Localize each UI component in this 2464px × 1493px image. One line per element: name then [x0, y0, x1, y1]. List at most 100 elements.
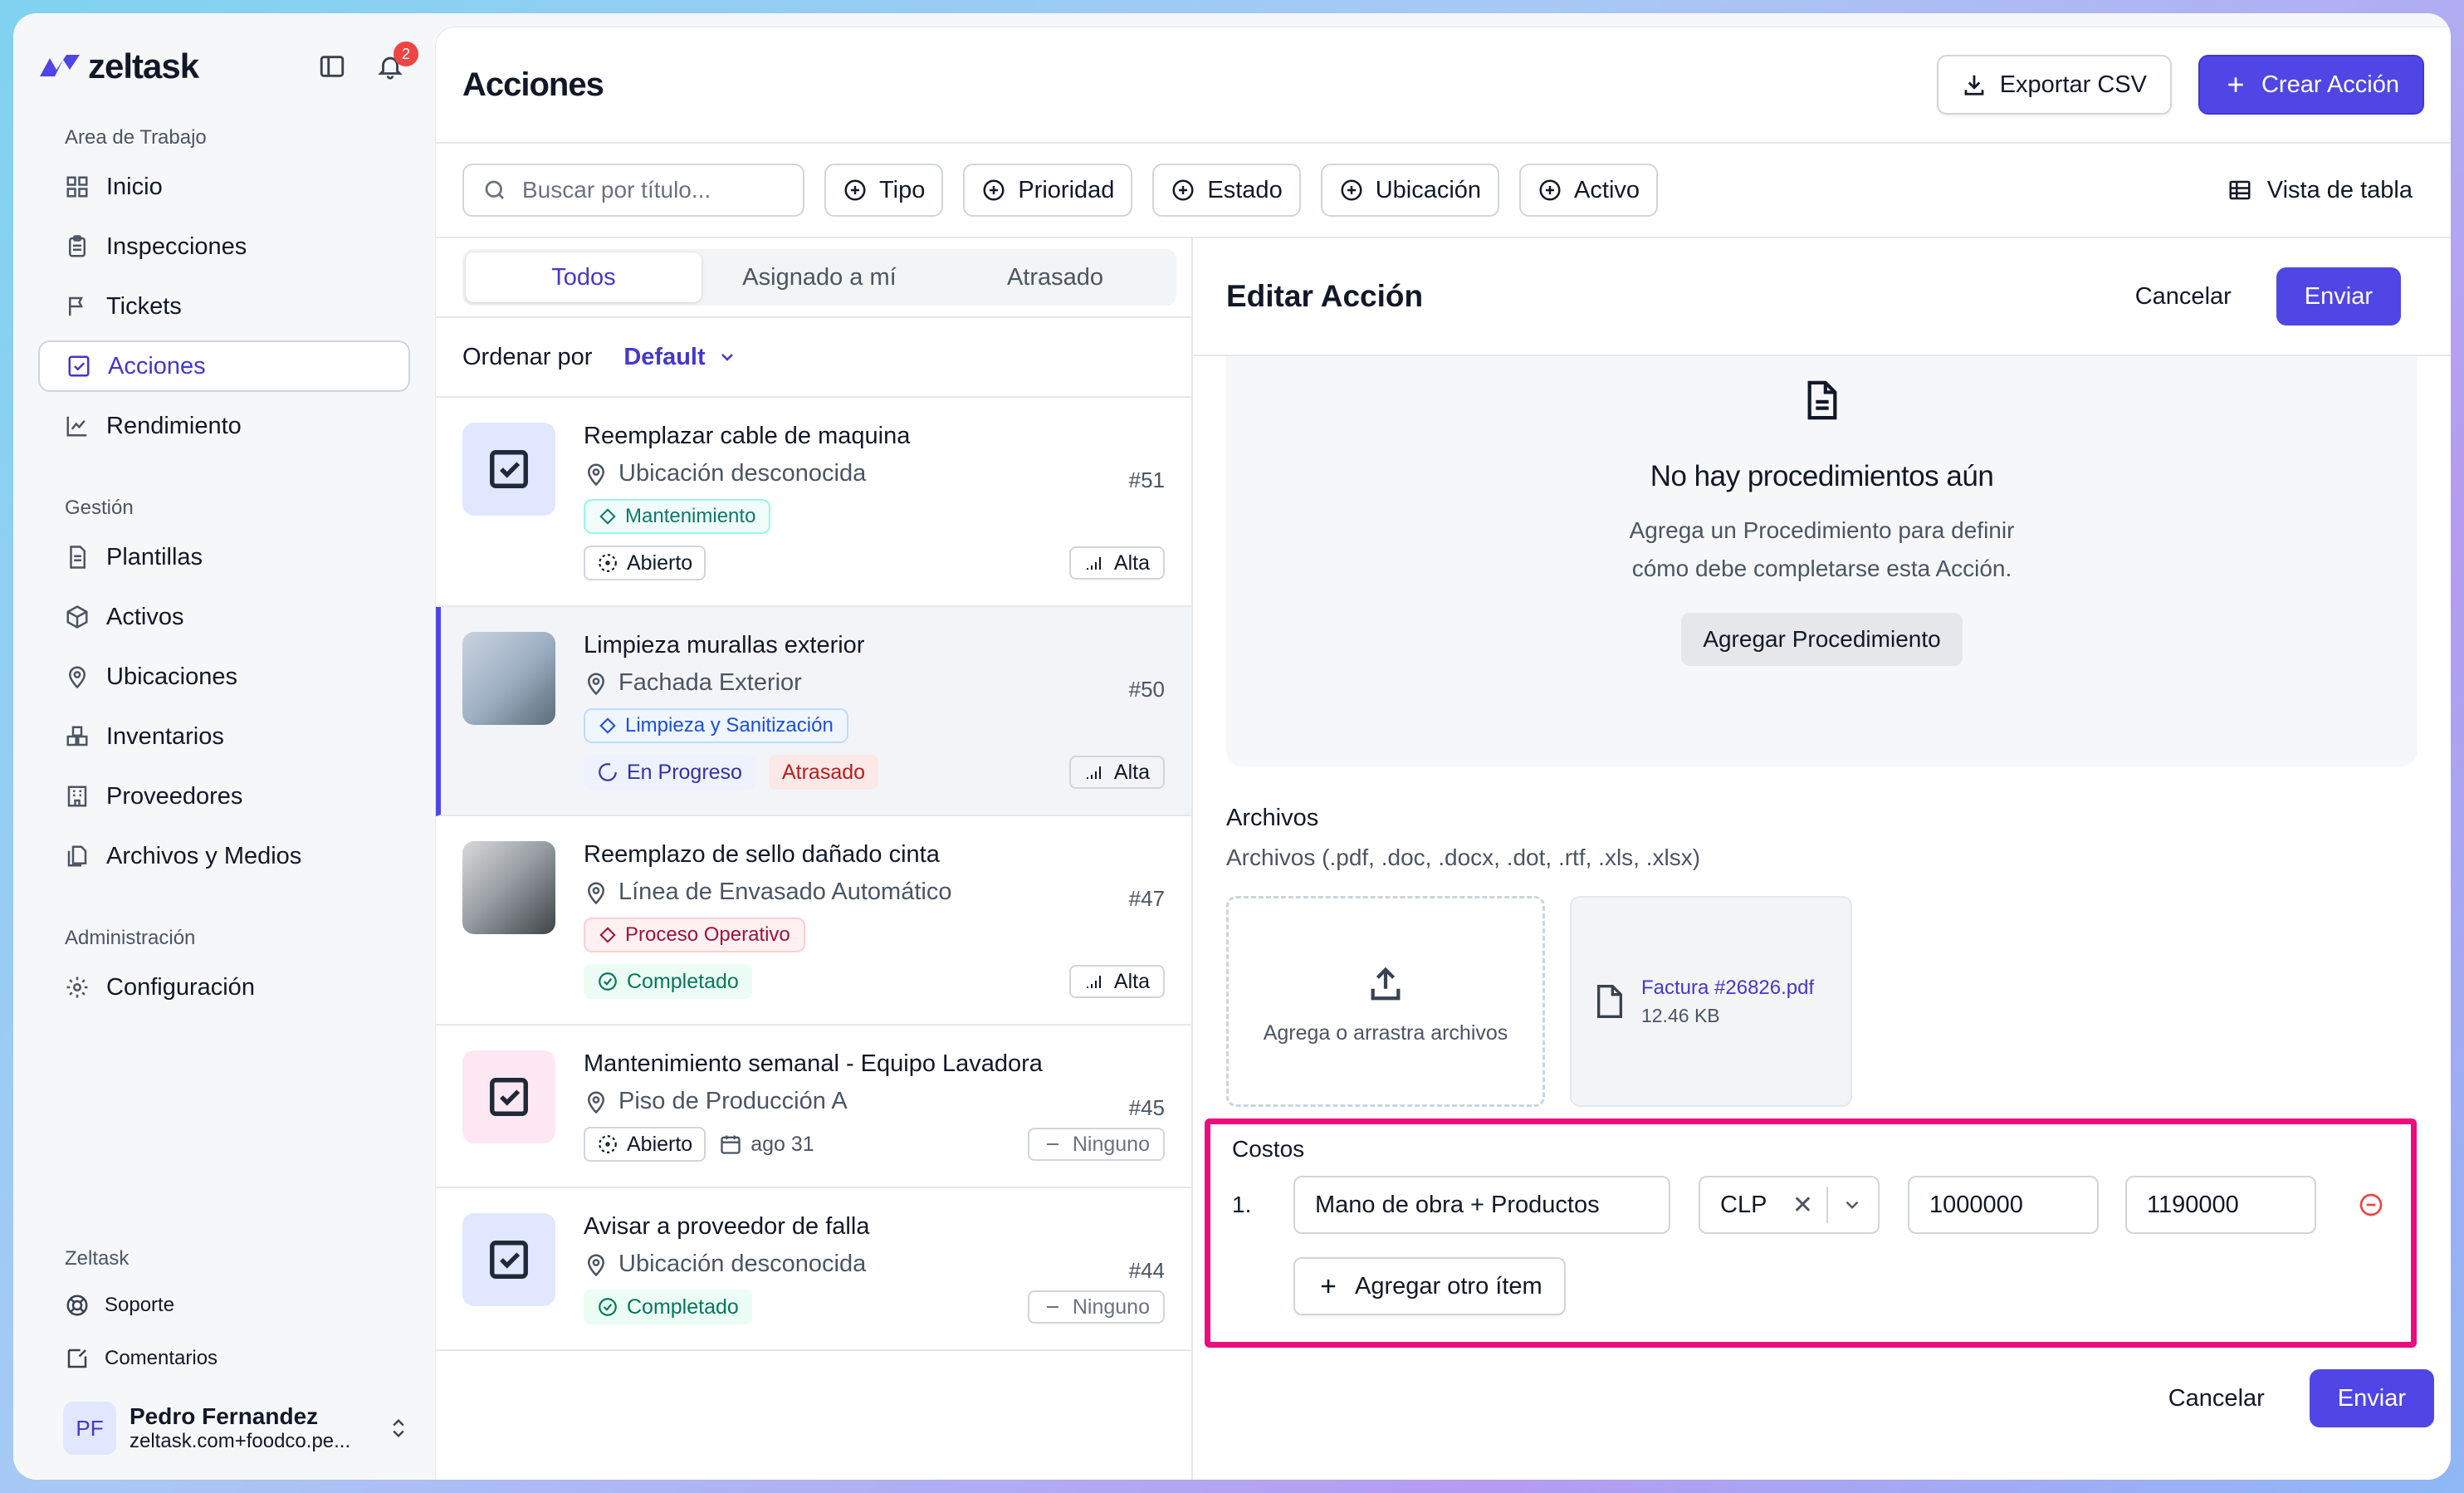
sidebar-item-configuracion[interactable]: Configuración [38, 962, 410, 1013]
toggle-sidebar-button[interactable] [317, 51, 347, 81]
list-item[interactable]: Limpieza murallas exterior Fachada Exter… [436, 607, 1191, 816]
status-badge: Abierto [584, 546, 706, 580]
sidebar-item-inicio[interactable]: Inicio [38, 161, 410, 213]
card-photo [462, 632, 555, 725]
sidebar-item-inventarios[interactable]: Inventarios [38, 711, 410, 762]
detail-title: Editar Acción [1226, 279, 1424, 313]
search-input[interactable]: Buscar por título... [462, 164, 804, 217]
cancel-button-bottom[interactable]: Cancelar [2168, 1385, 2265, 1412]
list-item[interactable]: Reemplazo de sello dañado cinta Línea de… [436, 816, 1191, 1026]
chevron-down-icon [1846, 1201, 1859, 1209]
building-icon [67, 786, 87, 807]
sidebar-item-label: Proveedores [106, 782, 243, 810]
diamond-icon [599, 717, 616, 734]
filter-tipo[interactable]: Tipo [824, 164, 944, 217]
status-badge: Abierto [584, 1127, 706, 1162]
notifications-button[interactable]: 2 [375, 42, 418, 81]
files-icon [67, 845, 87, 867]
card-title: Mantenimiento semanal - Equipo Lavadora [584, 1050, 1043, 1077]
signal-icon [1086, 976, 1101, 988]
sidebar-item-plantillas[interactable]: Plantillas [38, 531, 410, 583]
card-number: #50 [1128, 677, 1165, 702]
filter-estado[interactable]: Estado [1152, 164, 1301, 217]
sidebar-item-rendimiento[interactable]: Rendimiento [38, 400, 410, 452]
brand-logo[interactable]: zeltask [38, 47, 199, 86]
sidebar-item-label: Ubicaciones [106, 663, 237, 690]
sidebar-item-tickets[interactable]: Tickets [38, 281, 410, 332]
card-location: Piso de Producción A [618, 1088, 848, 1114]
map-pin-icon [587, 463, 605, 486]
add-cost-item-button[interactable]: Agregar otro ítem [1293, 1257, 1566, 1315]
export-csv-button[interactable]: Exportar CSV [1936, 55, 2172, 115]
sidebar-item-inspecciones[interactable]: Inspecciones [38, 221, 410, 272]
submit-button-bottom[interactable]: Enviar [2309, 1369, 2434, 1427]
add-procedure-button[interactable]: Agregar Procedimiento [1681, 613, 1963, 666]
currency-select[interactable]: CLP ✕ [1699, 1176, 1880, 1234]
empty-title: No hay procedimientos aún [1650, 460, 1994, 492]
file-dropzone[interactable]: Agrega o arrastra archivos [1226, 896, 1545, 1107]
export-csv-label: Exportar CSV [1999, 71, 2147, 98]
chart-icon [66, 416, 87, 437]
category-tag: Mantenimiento [584, 499, 771, 534]
procedures-empty-state: No hay procedimientos aún Agrega un Proc… [1226, 356, 2418, 766]
diamond-icon [599, 927, 616, 943]
card-number: #45 [1128, 1095, 1165, 1120]
sort-dropdown[interactable]: Default [623, 344, 736, 371]
create-action-button[interactable]: Crear Acción [2198, 55, 2424, 115]
filter-activo[interactable]: Activo [1519, 164, 1659, 217]
brand-name: zeltask [88, 47, 199, 86]
sidebar-item-label: Configuración [106, 973, 255, 1001]
attached-file[interactable]: Factura #26826.pdf 12.46 KB [1570, 896, 1852, 1107]
remove-cost-button[interactable] [2358, 1192, 2384, 1218]
priority-badge: Alta [1068, 756, 1165, 789]
map-pin-icon [587, 882, 605, 904]
submit-button[interactable]: Enviar [2276, 267, 2401, 326]
cost-description-input[interactable]: Mano de obra + Productos [1293, 1176, 1670, 1234]
file-name[interactable]: Factura #26826.pdf [1641, 977, 1814, 1000]
card-location: Ubicación desconocida [618, 460, 867, 487]
file-icon [1597, 985, 1622, 1018]
clear-icon[interactable]: ✕ [1792, 1191, 1813, 1220]
user-menu[interactable]: PF Pedro Fernandez zeltask.com+foodco.pe… [38, 1402, 410, 1455]
tab-asignado[interactable]: Asignado a mí [702, 252, 937, 302]
avatar: PF [63, 1402, 116, 1455]
footer-section-label: Zeltask [65, 1247, 130, 1270]
card-title: Limpieza murallas exterior [584, 632, 865, 658]
priority-badge: Ninguno [1027, 1290, 1165, 1324]
sort-label: Ordenar por [462, 343, 593, 370]
sidebar-item-activos[interactable]: Activos [38, 591, 410, 643]
sidebar-item-label: Tickets [106, 292, 182, 320]
filter-ubicacion[interactable]: Ubicación [1320, 164, 1500, 217]
tab-atrasado[interactable]: Atrasado [937, 252, 1173, 302]
filter-prioridad[interactable]: Prioridad [963, 164, 1133, 217]
priority-badge: Ninguno [1027, 1128, 1165, 1161]
edit-action-panel: Editar Acción Cancelar Enviar No hay pro… [1193, 238, 2451, 1480]
sidebar-item-proveedores[interactable]: Proveedores [38, 771, 410, 822]
user-name: Pedro Fernandez [130, 1403, 319, 1429]
cancel-button[interactable]: Cancelar [2135, 283, 2232, 311]
table-view-toggle[interactable]: Vista de tabla [2227, 177, 2424, 204]
card-title: Reemplazo de sello dañado cinta [584, 841, 940, 868]
plus-circle-icon [1172, 179, 1194, 201]
sidebar-item-ubicaciones[interactable]: Ubicaciones [38, 651, 410, 702]
sidebar-item-comentarios[interactable]: Comentarios [38, 1335, 410, 1382]
cost-row: 1. Mano de obra + Productos CLP ✕ 100000… [1227, 1176, 2394, 1234]
sidebar-item-soporte[interactable]: Soporte [38, 1282, 410, 1329]
add-item-label: Agregar otro ítem [1355, 1272, 1542, 1300]
sidebar-item-archivos[interactable]: Archivos y Medios [38, 830, 410, 882]
costs-section: Costos 1. Mano de obra + Productos CLP ✕… [1205, 1119, 2417, 1348]
list-item[interactable]: Avisar a proveedor de falla Ubicación de… [436, 1188, 1191, 1351]
list-item[interactable]: Mantenimiento semanal - Equipo Lavadora … [436, 1026, 1191, 1188]
files-hint: Archivos (.pdf, .doc, .docx, .dot, .rtf,… [1226, 844, 1701, 870]
grid-icon [66, 176, 88, 198]
status-badge: En Progreso [584, 755, 755, 790]
tab-todos[interactable]: Todos [466, 252, 702, 302]
card-thumbnail [462, 1050, 555, 1143]
calendar-icon [721, 1135, 741, 1154]
card-number: #51 [1128, 467, 1165, 492]
cost-total-input[interactable]: 1190000 [2125, 1176, 2316, 1234]
sidebar-item-acciones[interactable]: Acciones [38, 340, 410, 392]
status-badge: Completado [584, 1290, 752, 1324]
list-item[interactable]: Reemplazar cable de maquina Ubicación de… [436, 398, 1191, 607]
cost-amount-input[interactable]: 1000000 [1908, 1176, 2099, 1234]
